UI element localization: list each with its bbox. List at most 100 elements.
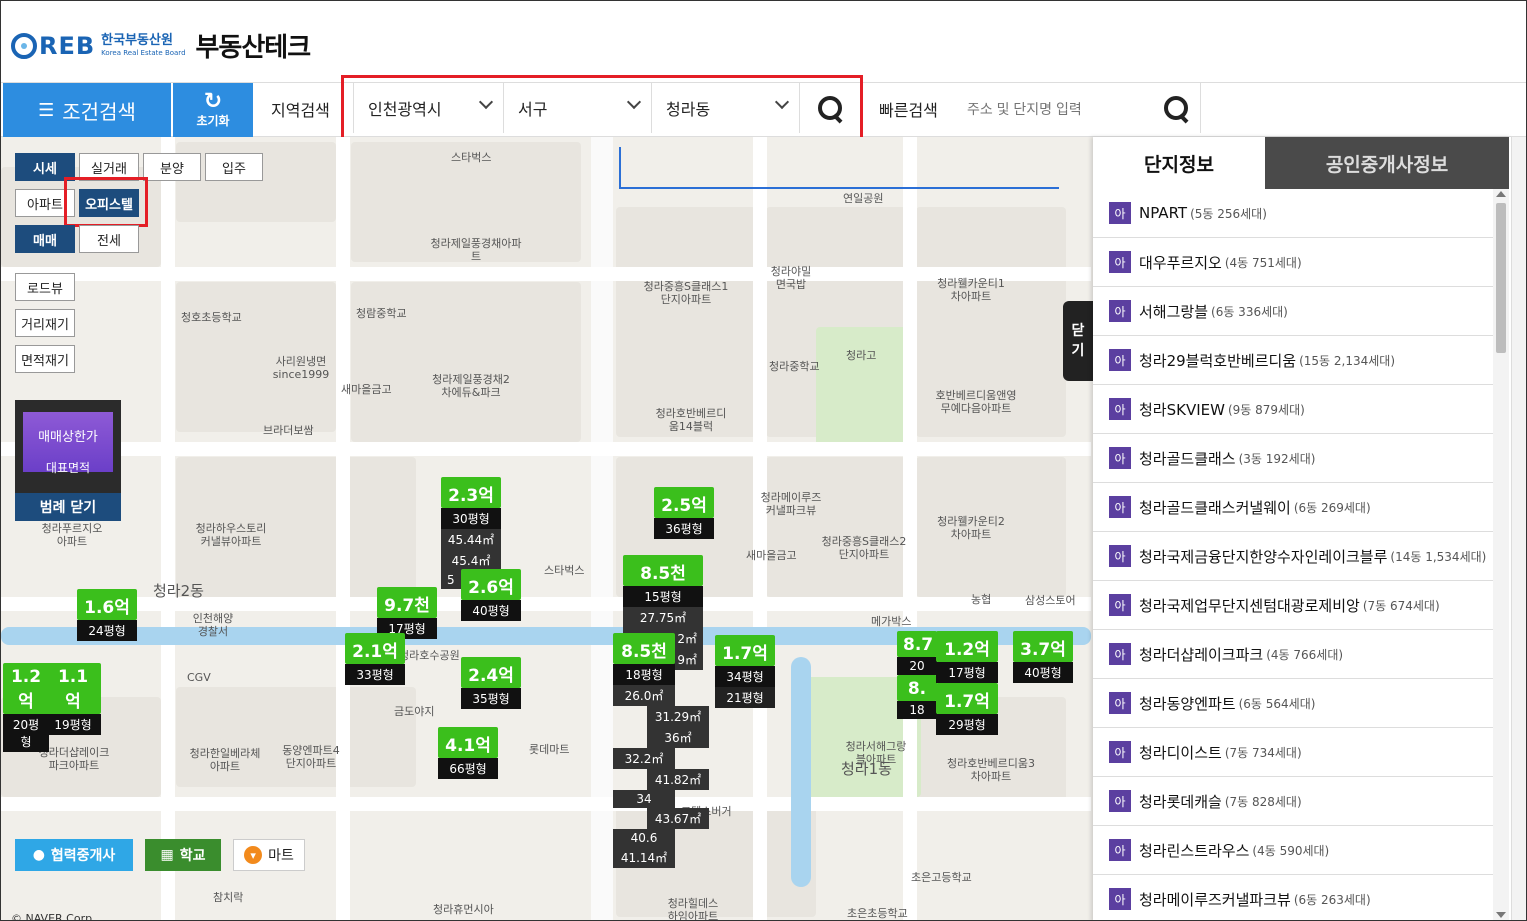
apartment-tag: 아: [1109, 888, 1131, 910]
list-scrollbar[interactable]: [1493, 189, 1509, 920]
complex-name: 청라디이스트: [1139, 743, 1222, 762]
complex-meta: (15동 2,134세대): [1299, 353, 1396, 368]
search-bar: ☰ 조건검색 ↻ 초기화 지역검색 인천광역시 서구 청라동 빠른검색: [1, 75, 1526, 141]
list-icon: ☰: [38, 99, 55, 121]
list-item[interactable]: 아 청라더샵레이크파크 (4동 766세대): [1093, 630, 1493, 679]
apartment-tag: 아: [1109, 545, 1131, 567]
price-marker[interactable]: 2.6억 40평형: [461, 569, 521, 621]
price-marker[interactable]: 9.7천 17평형: [377, 587, 437, 639]
distance-measure-button[interactable]: 거리재기: [15, 309, 75, 337]
list-item[interactable]: 아 대우푸르지오 (4동 751세대): [1093, 238, 1493, 287]
person-icon: ●: [32, 847, 45, 863]
list-item[interactable]: 아 청라골드클래스커낼웨이 (6동 269세대): [1093, 483, 1493, 532]
complex-meta: (7동 828세대): [1224, 794, 1302, 809]
complex-meta: (4동 766세대): [1266, 647, 1344, 662]
complex-name: 청라골드클래스: [1139, 449, 1236, 468]
list-item[interactable]: 아 청라국제금융단지한양수자인레이크블루 (14동 1,534세대): [1093, 532, 1493, 581]
quick-search-input[interactable]: [961, 89, 1151, 129]
apartment-tag: 아: [1109, 741, 1131, 763]
price-marker[interactable]: 8.5천 18평형 26.0㎡ 31.29㎡ 36㎡ 32.2㎡ 41.82㎡ …: [613, 633, 709, 868]
price-marker[interactable]: 1.1억 19평형: [45, 663, 101, 735]
apartment-tag: 아: [1109, 790, 1131, 812]
partner-agent-button[interactable]: ● 협력중개사: [15, 839, 133, 871]
price-marker[interactable]: 8.7 20 8. 18: [897, 631, 937, 719]
deal-jeonse[interactable]: 전세: [79, 225, 139, 253]
list-item[interactable]: 아 청라국제업무단지센텀대광로제비앙 (7동 674세대): [1093, 581, 1493, 630]
list-item[interactable]: 아 청라디이스트 (7동 734세대): [1093, 728, 1493, 777]
price-marker[interactable]: 1.7억 34평형 21평형: [715, 635, 775, 708]
apartment-tag: 아: [1109, 447, 1131, 469]
apartment-tag: 아: [1109, 300, 1131, 322]
tab-presale[interactable]: 분양: [143, 153, 201, 181]
quick-search-button[interactable]: [1151, 83, 1201, 133]
cart-icon: ▾: [244, 846, 263, 864]
officetel-highlight-box: [64, 177, 148, 227]
complex-name: 청라더샵레이크파크: [1139, 645, 1264, 664]
scroll-down-icon[interactable]: [1496, 912, 1506, 918]
price-marker[interactable]: 2.5억 36평형: [654, 487, 714, 539]
tab-move-in[interactable]: 입주: [205, 153, 263, 181]
price-marker[interactable]: 4.1억 66평형: [438, 727, 498, 779]
list-item[interactable]: 아 청라29블럭호반베르디움 (15동 2,134세대): [1093, 336, 1493, 385]
page-scrollbar[interactable]: [1511, 137, 1526, 920]
list-item[interactable]: 아 청라롯데캐슬 (7동 828세대): [1093, 777, 1493, 826]
complex-meta: (7동 734세대): [1224, 745, 1302, 760]
list-item[interactable]: 아 청라골드클래스 (3동 192세대): [1093, 434, 1493, 483]
complex-name: 청라롯데캐슬: [1139, 792, 1222, 811]
list-item[interactable]: 아 서해그랑블 (6동 336세대): [1093, 287, 1493, 336]
price-marker[interactable]: 3.7억 40평형: [1013, 631, 1073, 683]
reset-button[interactable]: ↻ 초기화: [173, 83, 253, 137]
complex-meta: (4동 751세대): [1224, 255, 1302, 270]
school-button[interactable]: ▦ 학교: [145, 839, 221, 871]
complex-meta: (6동 263세대): [1293, 892, 1371, 907]
complex-name: 청라국제금융단지한양수자인레이크블루: [1139, 547, 1388, 566]
school-icon: ▦: [160, 847, 174, 863]
complex-meta: (6동 336세대): [1211, 304, 1288, 319]
search-icon: [1163, 96, 1188, 120]
tab-complex-info[interactable]: 단지정보: [1093, 137, 1265, 189]
logo-icon: [11, 32, 37, 59]
price-marker[interactable]: 1.2억 17평형 1.7억 29평형: [936, 631, 998, 735]
list-item[interactable]: 아 청라동양엔파트 (6동 564세대): [1093, 679, 1493, 728]
complex-meta: (3동 192세대): [1238, 451, 1316, 466]
complex-name: 대우푸르지오: [1139, 253, 1222, 272]
legend-close-button[interactable]: 범례 닫기: [15, 493, 121, 521]
complex-panel: 단지정보 공인중개사정보 아 NPART (5동 256세대) 아 대우푸르지오 (4동 …: [1093, 137, 1511, 920]
mart-button[interactable]: ▾ 마트: [233, 839, 305, 871]
list-item[interactable]: 아 청라린스트라우스 (4동 590세대): [1093, 826, 1493, 875]
complex-name: 청라동양엔파트: [1139, 694, 1236, 713]
area-measure-button[interactable]: 면적재기: [15, 345, 75, 373]
apartment-tag: 아: [1109, 594, 1131, 616]
logo-korean: 한국부동산원: [101, 33, 173, 48]
apartment-tag: 아: [1109, 692, 1131, 714]
complex-name: 청라29블럭호반베르디움: [1139, 351, 1297, 370]
site-title: 부동산테크: [195, 33, 312, 63]
condition-search-button[interactable]: ☰ 조건검색: [3, 83, 171, 137]
complex-meta: (14동 1,534세대): [1390, 549, 1487, 564]
price-marker[interactable]: 2.4억 35평형: [461, 657, 521, 709]
list-item[interactable]: 아 청라메이루즈커낼파크뷰 (6동 263세대): [1093, 875, 1493, 920]
scroll-thumb[interactable]: [1496, 203, 1506, 353]
price-marker[interactable]: 2.1억 33평형: [345, 633, 405, 685]
apartment-tag: 아: [1109, 349, 1131, 371]
tab-agent-info[interactable]: 공인중개사정보: [1265, 137, 1509, 189]
scroll-up-icon[interactable]: [1496, 191, 1506, 197]
list-item[interactable]: 아 청라SKVIEW (9동 879세대): [1093, 385, 1493, 434]
refresh-icon: ↻: [203, 88, 223, 114]
panel-close-button[interactable]: 닫 기: [1063, 301, 1093, 381]
complex-name: 청라SKVIEW: [1139, 400, 1225, 419]
apartment-tag: 아: [1109, 251, 1131, 273]
legend-area-label: 대표면적: [45, 461, 91, 475]
price-marker[interactable]: 1.2억 20평형: [3, 663, 49, 752]
deal-sale[interactable]: 매매: [15, 225, 75, 253]
roadview-button[interactable]: 로드뷰: [15, 273, 75, 301]
district-boundary: [619, 147, 1059, 189]
complex-list: 아 NPART (5동 256세대) 아 대우푸르지오 (4동 751세대) 아 서해그랑블(…: [1093, 189, 1493, 920]
complex-meta: (5동 256세대): [1190, 206, 1267, 221]
logo-reb: REB: [39, 31, 96, 60]
map-copyright: © NAVER Corp.: [11, 912, 96, 921]
list-item[interactable]: 아 NPART (5동 256세대): [1093, 189, 1493, 238]
price-marker[interactable]: 1.6억 24평형: [77, 589, 137, 641]
header: REB 한국부동산원 Korea Real Estate Board 부동산테크: [1, 1, 1526, 83]
logo[interactable]: REB 한국부동산원 Korea Real Estate Board 부동산테크: [11, 27, 312, 64]
